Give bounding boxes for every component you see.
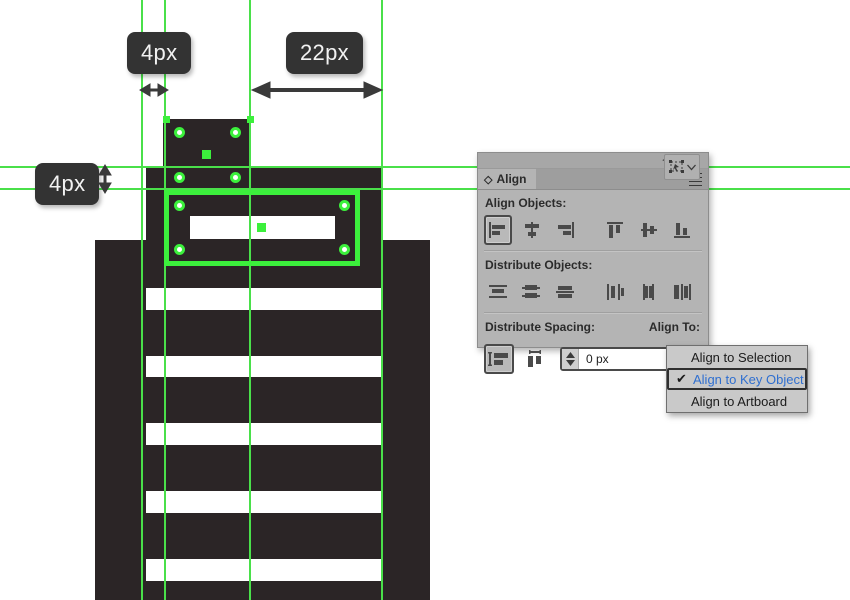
panel-divider xyxy=(484,312,702,314)
art-rung[interactable] xyxy=(146,310,382,356)
panel-title: Align xyxy=(496,172,527,186)
align-objects-label: Align Objects: xyxy=(485,196,567,210)
align-to-label: Align To: xyxy=(648,320,700,334)
selection-anchor[interactable] xyxy=(174,244,185,255)
align-objects-row xyxy=(478,214,708,246)
object-anchor[interactable] xyxy=(230,172,241,183)
align-panel[interactable]: ◄◄ ✕ ◇ Align Align Objects: xyxy=(477,152,709,374)
checkmark-icon: ✔ xyxy=(676,371,687,386)
measurement-arrow-vertical xyxy=(95,163,115,195)
spacing-stepper[interactable]: 0 px xyxy=(560,347,680,371)
vertical-distribute-space-button[interactable] xyxy=(484,344,514,374)
distribute-objects-label: Distribute Objects: xyxy=(485,258,593,272)
panel-divider xyxy=(484,250,702,252)
vertical-align-center-button[interactable] xyxy=(635,215,663,245)
menu-item-label: Align to Artboard xyxy=(691,393,788,409)
spacing-value-input[interactable]: 0 px xyxy=(579,349,678,369)
object-anchor[interactable] xyxy=(230,127,241,138)
menu-item-label: Align to Key Object xyxy=(693,371,804,387)
measurement-arrow-horizontal-large xyxy=(250,80,384,100)
align-to-dropdown-button[interactable] xyxy=(664,154,700,180)
spacing-stepper-arrows[interactable] xyxy=(562,349,579,369)
align-to-key-object-icon xyxy=(669,160,684,173)
tab-align[interactable]: ◇ Align xyxy=(478,169,537,189)
measurement-arrow-horizontal-small xyxy=(138,81,170,99)
horizontal-distribute-center-button[interactable] xyxy=(635,277,663,307)
measurement-callout-4px-horizontal: 4px xyxy=(127,32,192,74)
horizontal-align-center-button[interactable] xyxy=(518,215,546,245)
align-tab-icon: ◇ xyxy=(484,173,493,186)
art-right-pillar[interactable] xyxy=(382,240,430,600)
menu-item-label: Align to Selection xyxy=(691,349,792,365)
selection-anchor[interactable] xyxy=(339,244,350,255)
horizontal-distribute-right-button[interactable] xyxy=(668,277,696,307)
horizontal-align-right-button[interactable] xyxy=(551,215,579,245)
smart-guide-horizontal xyxy=(0,188,850,190)
object-center-point xyxy=(202,150,211,159)
selection-anchor[interactable] xyxy=(339,200,350,211)
chevron-down-icon xyxy=(687,164,696,170)
horizontal-distribute-space-button[interactable] xyxy=(520,344,550,374)
art-left-pillar[interactable] xyxy=(95,240,146,600)
align-to-menu[interactable]: Align to Selection ✔ Align to Key Object… xyxy=(666,345,808,413)
smart-guide-horizontal xyxy=(0,166,850,168)
vertical-distribute-top-button[interactable] xyxy=(484,277,512,307)
menu-item-align-to-selection[interactable]: Align to Selection xyxy=(667,346,807,368)
art-rung[interactable] xyxy=(146,513,382,559)
object-anchor[interactable] xyxy=(174,127,185,138)
selection-center-point xyxy=(257,223,266,232)
object-corner-handle[interactable] xyxy=(163,116,170,123)
menu-item-align-to-key-object[interactable]: ✔ Align to Key Object xyxy=(667,368,807,390)
measurement-callout-4px-vertical: 4px xyxy=(35,163,100,205)
selection-anchor[interactable] xyxy=(174,200,185,211)
art-rung[interactable] xyxy=(146,266,382,288)
vertical-distribute-bottom-button[interactable] xyxy=(551,277,579,307)
vertical-align-bottom-button[interactable] xyxy=(669,215,697,245)
horizontal-align-left-button[interactable] xyxy=(484,215,512,245)
screenshot-root: 4px 22px 4px ◇ Align Align Objects: Dist… xyxy=(0,0,850,600)
vertical-align-top-button[interactable] xyxy=(601,215,629,245)
vertical-distribute-center-button[interactable] xyxy=(518,277,546,307)
distribute-objects-row xyxy=(478,276,708,308)
object-anchor[interactable] xyxy=(174,172,185,183)
object-corner-handle[interactable] xyxy=(247,116,254,123)
art-rung[interactable] xyxy=(146,581,382,600)
art-rung[interactable] xyxy=(146,445,382,491)
measurement-callout-22px: 22px xyxy=(286,32,363,74)
horizontal-distribute-left-button[interactable] xyxy=(601,277,629,307)
art-rung[interactable] xyxy=(146,377,382,423)
menu-item-align-to-artboard[interactable]: Align to Artboard xyxy=(667,390,807,412)
